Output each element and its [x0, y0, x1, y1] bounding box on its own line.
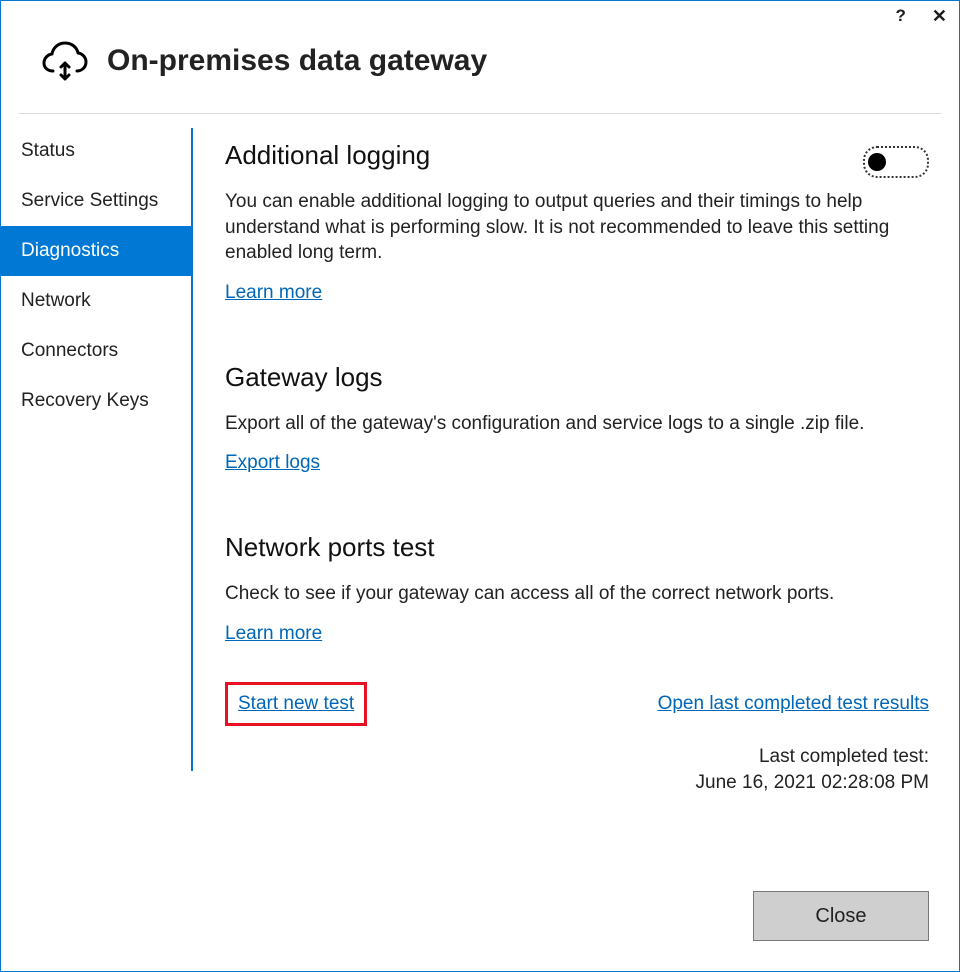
ports-title: Network ports test	[225, 530, 929, 565]
ports-learn-more-link[interactable]: Learn more	[225, 623, 322, 644]
sidebar-item-service-settings[interactable]: Service Settings	[1, 176, 191, 226]
sidebar: Status Service Settings Diagnostics Netw…	[1, 124, 191, 891]
sidebar-item-status[interactable]: Status	[1, 126, 191, 176]
page-title: On-premises data gateway	[107, 44, 487, 78]
ports-actions-row: Start new test Open last completed test …	[225, 682, 929, 726]
logging-learn-more-link[interactable]: Learn more	[225, 282, 322, 303]
gateway-logs-desc: Export all of the gateway's configuratio…	[225, 411, 929, 437]
section-gateway-logs: Gateway logs Export all of the gateway's…	[225, 360, 929, 476]
last-test-value: June 16, 2021 02:28:08 PM	[225, 770, 929, 796]
body: Status Service Settings Diagnostics Netw…	[1, 124, 959, 891]
titlebar: ? ✕	[1, 1, 959, 31]
sidebar-item-network[interactable]: Network	[1, 276, 191, 326]
ports-desc: Check to see if your gateway can access …	[225, 581, 929, 607]
logging-desc: You can enable additional logging to out…	[225, 189, 929, 266]
section-ports-test: Network ports test Check to see if your …	[225, 530, 929, 795]
last-completed-test: Last completed test: June 16, 2021 02:28…	[225, 744, 929, 795]
logging-title: Additional logging	[225, 138, 430, 173]
close-icon[interactable]: ✕	[932, 6, 947, 27]
sidebar-item-connectors[interactable]: Connectors	[1, 326, 191, 376]
footer: Close	[1, 891, 959, 971]
start-new-test-link[interactable]: Start new test	[238, 693, 354, 714]
close-button[interactable]: Close	[753, 891, 929, 941]
cloud-gateway-icon	[41, 37, 89, 85]
gateway-logs-title: Gateway logs	[225, 360, 929, 395]
export-logs-link[interactable]: Export logs	[225, 452, 320, 473]
open-last-results-link[interactable]: Open last completed test results	[658, 691, 929, 717]
logging-toggle[interactable]	[863, 146, 929, 178]
toggle-knob-icon	[868, 153, 886, 171]
sidebar-item-recovery-keys[interactable]: Recovery Keys	[1, 376, 191, 426]
gateway-window: ? ✕ On-premises data gateway Status Serv…	[0, 0, 960, 972]
sidebar-item-diagnostics[interactable]: Diagnostics	[1, 226, 191, 276]
divider	[19, 113, 941, 114]
section-additional-logging: Additional logging You can enable additi…	[225, 138, 929, 306]
start-new-test-highlight: Start new test	[225, 682, 367, 726]
last-test-label: Last completed test:	[225, 744, 929, 770]
help-icon[interactable]: ?	[896, 6, 906, 26]
header: On-premises data gateway	[1, 31, 959, 113]
main-content: Additional logging You can enable additi…	[193, 124, 959, 891]
